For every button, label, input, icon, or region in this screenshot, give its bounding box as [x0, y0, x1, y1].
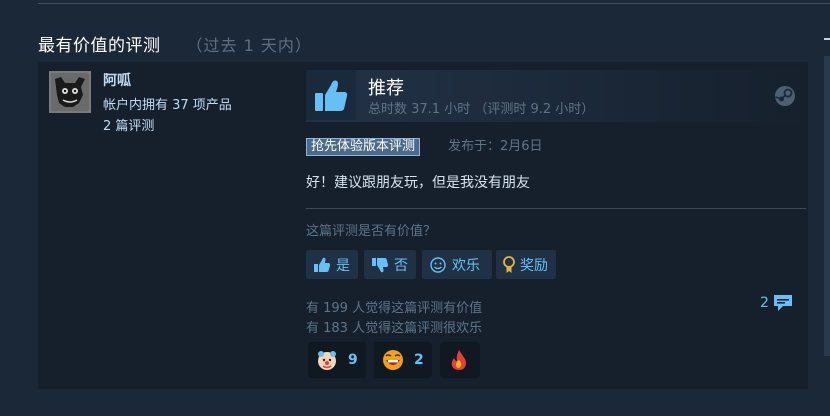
laughing-face-award-icon: [380, 347, 406, 373]
award-count: 2: [414, 352, 424, 368]
helpful-question: 这篇评测是否有价值？: [306, 224, 437, 239]
sidebar-edge: [824, 56, 830, 356]
smiley-icon: [428, 256, 448, 274]
early-access-badge: 抢先体验版本评测: [306, 138, 421, 156]
vote-funny-button[interactable]: 欢乐: [422, 250, 492, 279]
thumbs-down-icon: [370, 256, 390, 274]
comment-count: 2: [760, 295, 769, 311]
thumbs-up-icon: [315, 80, 348, 111]
vote-yes-button[interactable]: 是: [306, 250, 358, 279]
author-name[interactable]: 阿呱: [103, 70, 131, 90]
review-card: 阿呱 帐户内拥有 37 项产品 2 篇评测 推荐 总时数 37.1 小时 （评测…: [38, 62, 808, 389]
top-divider: [38, 3, 830, 4]
avatar[interactable]: [49, 71, 91, 113]
award-item[interactable]: [440, 342, 480, 378]
award-count: 9: [348, 352, 358, 368]
playtime: 总时数 37.1 小时 （评测时 9.2 小时）: [368, 102, 595, 117]
verdict-bar[interactable]: 推荐 总时数 37.1 小时 （评测时 9.2 小时）: [306, 70, 808, 122]
author-products[interactable]: 帐户内拥有 37 项产品: [103, 94, 232, 113]
award-button[interactable]: 奖励: [496, 250, 556, 279]
vote-yes-label: 是: [336, 257, 350, 274]
review-text: 好！建议跟朋友玩，但是我没有朋友: [306, 175, 530, 191]
comment-bubble-icon: [773, 295, 792, 311]
award-item[interactable]: 2: [374, 342, 432, 378]
vote-no-label: 否: [394, 257, 408, 274]
helpful-count: 有 199 人觉得这篇评测有价值: [306, 301, 483, 316]
section-header: 最有价值的评测 （过去 1 天内）: [38, 31, 312, 56]
sidebar-edge-mark: [824, 38, 830, 40]
black-cat-avatar-icon: [51, 73, 89, 111]
verdict-title: 推荐: [368, 78, 404, 99]
vote-no-button[interactable]: 否: [364, 250, 416, 279]
section-title: 最有价值的评测: [38, 36, 161, 56]
award-medal-icon: [502, 255, 516, 274]
thumb-box: [306, 70, 356, 120]
comments-link[interactable]: 2: [760, 292, 794, 314]
author-reviews[interactable]: 2 篇评测: [103, 115, 154, 134]
steam-logo-icon: [775, 86, 795, 106]
award-item[interactable]: 9: [308, 342, 366, 378]
flame-award-icon: [446, 347, 472, 373]
funny-count: 有 183 人觉得这篇评测很欢乐: [306, 321, 483, 336]
thumbs-up-icon: [312, 256, 332, 274]
clown-face-award-icon: [314, 347, 340, 373]
section-subtitle: （过去 1 天内）: [186, 36, 312, 55]
posted-date: 发布于：2月6日: [448, 139, 543, 154]
award-label: 奖励: [520, 257, 548, 274]
vote-funny-label: 欢乐: [452, 257, 480, 274]
divider: [306, 208, 806, 209]
